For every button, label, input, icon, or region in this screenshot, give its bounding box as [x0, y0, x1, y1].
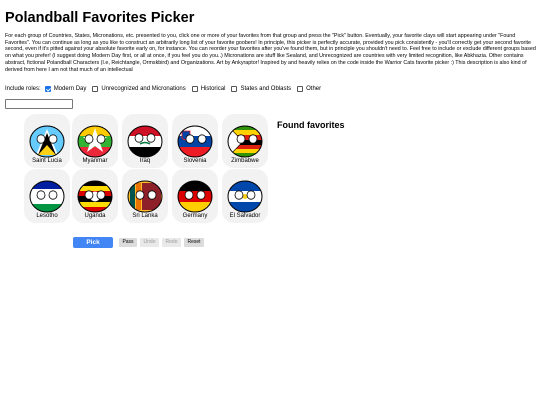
slovenia-ball-icon [177, 125, 213, 158]
el-salvador-ball-icon [227, 180, 263, 213]
role-option-historical[interactable]: Historical [191, 86, 226, 92]
reset-button[interactable]: Reset [184, 238, 204, 247]
page-description: For each group of Countries, States, Mic… [5, 33, 536, 73]
candidate-card-uganda[interactable]: Uganda [72, 169, 118, 223]
candidate-name: Zimbabwe [231, 158, 259, 164]
candidate-card-slovenia[interactable]: Slovenia [172, 114, 218, 168]
roles-label: Include roles: [5, 86, 41, 92]
sri-lanka-ball-icon [127, 180, 163, 213]
unrecognized-label: Unrecognized and Micronations [101, 86, 186, 92]
candidate-card-germany[interactable]: Germany [172, 169, 218, 223]
uganda-ball-icon [77, 180, 113, 213]
other-label: Other [306, 86, 322, 92]
other-checkbox[interactable] [297, 86, 304, 92]
undo-button[interactable]: Undo [140, 238, 159, 247]
myanmar-ball-icon [77, 125, 113, 158]
saint-lucia-ball-icon [29, 125, 65, 158]
role-option-other[interactable]: Other [296, 86, 321, 92]
modern-day-label: Modern Day [53, 86, 87, 92]
candidate-card-myanmar[interactable]: Myanmar [72, 114, 118, 168]
candidate-card-zimbabwe[interactable]: Zimbabwe [222, 114, 268, 168]
states-label: States and Oblasts [240, 86, 292, 92]
pass-button[interactable]: Pass [119, 238, 137, 247]
found-favorites-heading: Found favorites [277, 120, 345, 130]
unrecognized-checkbox[interactable] [92, 86, 99, 92]
role-option-states[interactable]: States and Oblasts [230, 86, 291, 92]
pick-button[interactable]: Pick [73, 237, 113, 248]
search-input[interactable] [5, 99, 73, 109]
candidate-card-sri-lanka[interactable]: Sri Lanka [122, 169, 168, 223]
candidate-card-el-salvador[interactable]: El Salvador [222, 169, 268, 223]
candidate-card-iraq[interactable]: Iraq [122, 114, 168, 168]
iraq-ball-icon [127, 125, 163, 158]
page-title: Polandball Favorites Picker [5, 10, 195, 26]
modern-day-checkbox[interactable] [44, 86, 51, 92]
zimbabwe-ball-icon [227, 125, 263, 158]
role-option-modern-day[interactable]: Modern Day [44, 86, 87, 92]
redo-button[interactable]: Redo [162, 238, 181, 247]
role-filter: Include roles: Modern Day Unrecognized a… [5, 86, 326, 92]
states-checkbox[interactable] [231, 86, 238, 92]
germany-ball-icon [177, 180, 213, 213]
role-option-unrecognized[interactable]: Unrecognized and Micronations [91, 86, 186, 92]
lesotho-ball-icon [29, 180, 65, 213]
historical-label: Historical [200, 86, 226, 92]
candidate-name: El Salvador [229, 213, 261, 219]
historical-checkbox[interactable] [191, 86, 198, 92]
